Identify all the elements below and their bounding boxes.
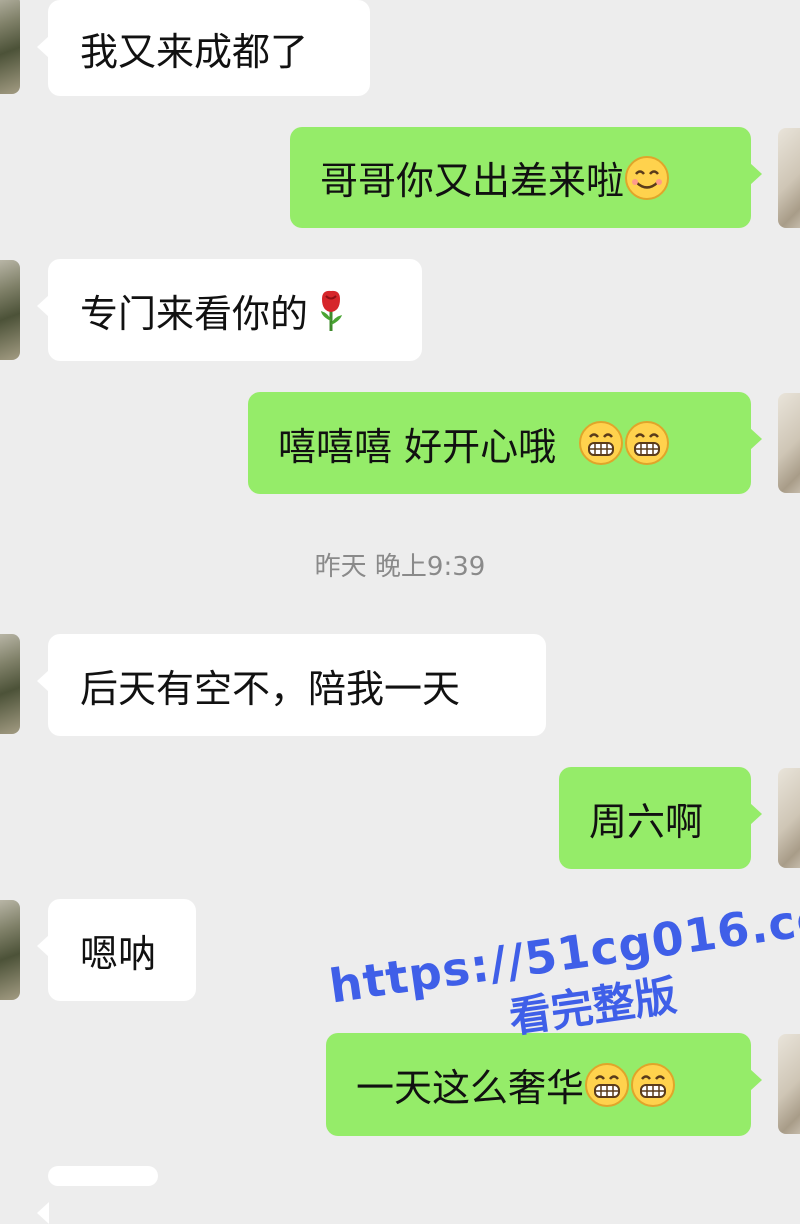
message-bubble-incoming-partial[interactable]	[37, 1166, 158, 1224]
message-bubble-outgoing[interactable]: 一天这么奢华	[326, 1033, 762, 1136]
message-text: 嘻嘻嘻 好开心哦	[278, 424, 557, 469]
contact-avatar[interactable]	[0, 260, 20, 360]
message-timestamp: 昨天 晚上9:39	[314, 552, 486, 582]
self-avatar[interactable]	[778, 128, 800, 228]
message-bubble-incoming[interactable]: 专门来看你的	[37, 259, 422, 361]
message-text: 我又来成都了	[80, 29, 309, 74]
smiling-face-icon	[624, 155, 670, 201]
message-text: 哥哥你又出差来啦	[320, 159, 625, 203]
grinning-face-icon	[624, 420, 670, 466]
message-bubble-outgoing[interactable]: 哥哥你又出差来啦	[290, 127, 762, 228]
contact-avatar[interactable]	[0, 634, 20, 734]
message-bubble-incoming[interactable]: 嗯呐	[37, 899, 196, 1001]
contact-avatar[interactable]	[0, 0, 20, 94]
message-text: 周六啊	[589, 799, 704, 844]
grinning-face-icon	[584, 1062, 630, 1108]
self-avatar[interactable]	[778, 393, 800, 493]
message-bubble-incoming[interactable]: 后天有空不，陪我一天	[37, 634, 546, 736]
message-bubble-outgoing[interactable]: 周六啊	[559, 767, 762, 869]
self-avatar[interactable]	[778, 768, 800, 868]
message-text: 一天这么奢华	[356, 1066, 585, 1110]
grinning-face-icon	[630, 1062, 676, 1108]
self-avatar[interactable]	[778, 1034, 800, 1134]
grinning-face-icon	[578, 420, 624, 466]
message-text: 后天有空不，陪我一天	[80, 666, 461, 711]
message-bubble-incoming[interactable]: 我又来成都了	[37, 0, 370, 96]
contact-avatar[interactable]	[0, 900, 20, 1000]
rose-icon	[308, 287, 354, 333]
message-text: 嗯呐	[80, 931, 157, 976]
message-text: 专门来看你的	[80, 291, 309, 336]
message-bubble-outgoing[interactable]: 嘻嘻嘻 好开心哦	[248, 392, 762, 494]
